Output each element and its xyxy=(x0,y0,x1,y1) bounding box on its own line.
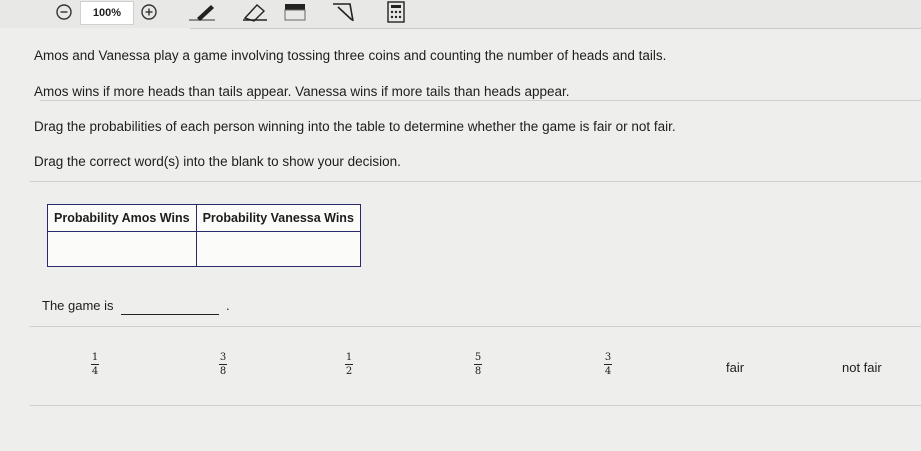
answer-blank[interactable] xyxy=(121,314,219,315)
choice-fraction-1-4[interactable]: 1 4 xyxy=(91,352,99,377)
fraction-denominator: 2 xyxy=(345,366,353,377)
question-line-2: Amos wins if more heads than tails appea… xyxy=(34,84,570,99)
question-line-3: Drag the probabilities of each person wi… xyxy=(34,119,676,134)
fraction-denominator: 8 xyxy=(219,366,227,377)
highlighter-icon[interactable] xyxy=(280,2,310,22)
fraction-denominator: 4 xyxy=(91,366,99,377)
question-line-1: Amos and Vanessa play a game involving t… xyxy=(34,48,667,63)
drop-target-vanessa[interactable] xyxy=(195,231,361,267)
fraction-denominator: 4 xyxy=(604,366,612,377)
choice-fraction-1-2[interactable]: 1 2 xyxy=(345,352,353,377)
fraction-bar xyxy=(345,364,353,365)
zoom-level: 100% xyxy=(80,1,134,25)
table-header-row: Probability Amos Wins Probability Vaness… xyxy=(47,204,361,232)
choice-word-fair[interactable]: fair xyxy=(726,360,744,375)
line-tool-icon[interactable] xyxy=(328,2,358,22)
pencil-icon[interactable] xyxy=(182,2,218,22)
fraction-numerator: 1 xyxy=(345,352,353,363)
fraction-denominator: 8 xyxy=(474,366,482,377)
choice-fraction-5-8[interactable]: 5 8 xyxy=(474,352,482,377)
fraction-bar xyxy=(219,364,227,365)
toolbar-divider xyxy=(190,28,921,29)
toolbar: 100% xyxy=(0,0,921,28)
statement-suffix: . xyxy=(226,298,230,313)
header-probability-vanessa: Probability Vanessa Wins xyxy=(195,204,361,232)
fraction-numerator: 3 xyxy=(604,352,612,363)
calculator-icon[interactable] xyxy=(384,1,408,23)
eraser-icon[interactable] xyxy=(236,2,272,22)
header-probability-amos: Probability Amos Wins xyxy=(47,204,197,232)
divider xyxy=(40,100,921,101)
fraction-numerator: 5 xyxy=(474,352,482,363)
zoom-in-icon[interactable] xyxy=(138,2,160,22)
choice-fraction-3-4[interactable]: 3 4 xyxy=(604,352,612,377)
fraction-numerator: 1 xyxy=(91,352,99,363)
question-line-4: Drag the correct word(s) into the blank … xyxy=(34,154,401,169)
choice-fraction-3-8[interactable]: 3 8 xyxy=(219,352,227,377)
divider xyxy=(30,405,921,406)
drop-target-amos[interactable] xyxy=(47,231,197,267)
fraction-bar xyxy=(604,364,612,365)
probability-table: Probability Amos Wins Probability Vaness… xyxy=(47,204,361,267)
zoom-out-icon[interactable] xyxy=(54,2,74,22)
divider xyxy=(30,181,921,182)
table-row xyxy=(47,231,361,267)
fraction-numerator: 3 xyxy=(219,352,227,363)
fraction-bar xyxy=(91,364,99,365)
statement-prefix: The game is xyxy=(42,298,114,313)
divider xyxy=(30,326,921,327)
choice-word-not-fair[interactable]: not fair xyxy=(842,360,882,375)
fraction-bar xyxy=(474,364,482,365)
